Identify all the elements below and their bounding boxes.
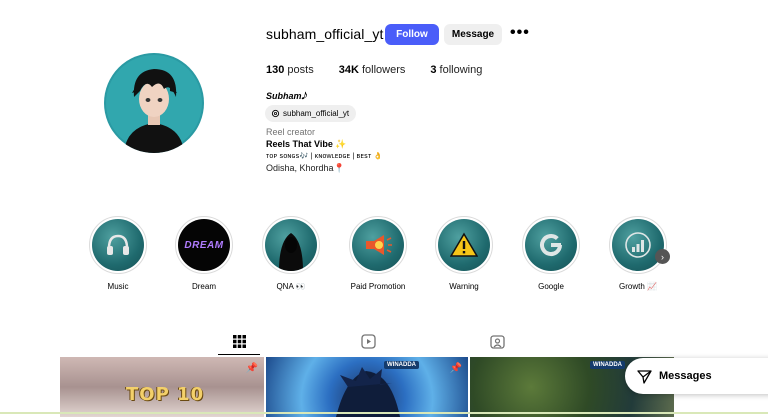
google-icon (540, 234, 563, 256)
hooded-figure-icon (279, 233, 303, 271)
active-tab-indicator (218, 354, 260, 355)
highlight-paid-promotion[interactable]: Paid Promotion (349, 216, 407, 291)
growth-chart-icon (625, 232, 651, 258)
headphones-icon (107, 234, 129, 255)
chevron-right-icon[interactable]: › (655, 249, 670, 264)
threads-handle: subham_official_yt (283, 109, 350, 118)
avatar[interactable] (104, 53, 204, 153)
highlight-google[interactable]: Google (522, 216, 580, 291)
send-icon (637, 369, 652, 384)
highlight-warning[interactable]: Warning (435, 216, 493, 291)
tab-tagged[interactable] (487, 333, 507, 349)
highlight-label: QNA 👀 (276, 282, 306, 291)
follow-button[interactable]: Follow (385, 24, 439, 45)
highlight-dream[interactable]: DREAM Dream (175, 216, 233, 291)
tab-posts[interactable] (229, 333, 249, 349)
messages-label: Messages (659, 370, 712, 382)
profile-username: subham_official_yt (266, 26, 384, 42)
pin-icon: 📌 (245, 363, 258, 374)
post-badge: WINADDA (590, 361, 625, 369)
threads-icon (271, 109, 280, 118)
following-stat[interactable]: 3 following (430, 64, 482, 76)
post-overlay-text: TOP 10 (126, 384, 205, 405)
megaphone-icon (366, 235, 392, 255)
tagged-icon (489, 334, 505, 349)
bio-line-1: Reels That Vibe ✨ (266, 139, 347, 149)
tab-reels[interactable] (358, 333, 378, 349)
grid-icon (232, 334, 246, 348)
profile-full-name: Subham𝅘𝅥𝅮 (266, 91, 307, 101)
bio-line-2: ᴛᴏᴘ ꜱᴏɴɢꜱ🎶 | ᴋɴᴏᴡʟᴇᴅɢᴇ | ʙᴇꜱᴛ 👌 (266, 153, 383, 160)
messages-button[interactable]: Messages (625, 358, 768, 394)
pin-icon: 📌 (449, 363, 462, 374)
post-badge: WINADDA (384, 361, 419, 369)
followers-stat[interactable]: 34K followers (339, 64, 406, 76)
post-artwork (336, 367, 400, 417)
highlight-label: Google (538, 282, 564, 291)
profile-stats: 130 posts 34K followers 3 following (266, 64, 482, 76)
reels-icon (360, 333, 376, 349)
highlight-music[interactable]: Music (89, 216, 147, 291)
highlight-label: Dream (191, 282, 216, 291)
post-thumbnail[interactable]: WINADDA 📌 (266, 357, 468, 417)
message-button[interactable]: Message (444, 24, 502, 45)
highlight-label: Warning (449, 282, 479, 291)
highlight-label: Paid Promotion (350, 282, 406, 291)
highlight-label: Music (107, 282, 129, 291)
bio-line-3: Odisha, Khordha📍 (266, 163, 345, 173)
highlight-qna[interactable]: QNA 👀 (262, 216, 320, 291)
warning-icon (450, 232, 478, 257)
dream-logo: DREAM (184, 239, 224, 251)
highlight-label: Growth 📈 (619, 282, 657, 291)
posts-stat: 130 posts (266, 64, 314, 76)
profile-category: Reel creator (266, 127, 316, 137)
post-thumbnail[interactable]: TOP 10 📌 (60, 357, 264, 417)
more-options-icon[interactable]: ••• (510, 25, 530, 41)
threads-link[interactable]: subham_official_yt (265, 105, 357, 122)
page-bottom-edge (0, 412, 768, 414)
